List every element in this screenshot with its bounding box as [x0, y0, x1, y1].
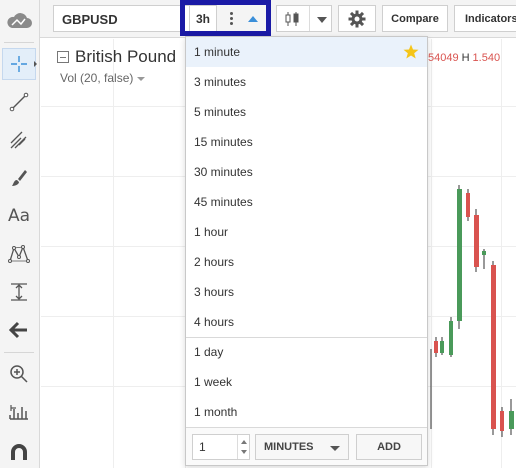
text-icon[interactable]: Aa [2, 200, 36, 232]
interval-option-label: 1 week [194, 375, 233, 389]
zoom-icon[interactable] [2, 358, 36, 390]
crosshair-icon[interactable] [2, 48, 37, 80]
brush-icon[interactable] [2, 162, 36, 194]
candle-down [500, 411, 504, 431]
compare-button[interactable]: Compare [382, 5, 448, 32]
interval-option-label: 1 day [194, 345, 224, 359]
chart-type-icon [285, 12, 299, 26]
interval-option[interactable]: 1 day [186, 337, 427, 367]
divider [309, 6, 310, 31]
custom-interval-value: 1 [199, 440, 206, 454]
interval-option[interactable]: 1 minute [186, 37, 427, 67]
interval-option-label: 1 minute [194, 45, 241, 59]
caret-down-icon [330, 446, 340, 451]
interval-option[interactable]: 3 minutes [186, 67, 427, 97]
spinner[interactable] [237, 435, 249, 459]
interval-dropdown: 1 minute 3 minutes 5 minutes 15 minutes … [185, 36, 428, 466]
settings-button[interactable] [338, 5, 376, 32]
candle-down [434, 341, 438, 353]
custom-interval-input[interactable]: 1 [192, 434, 250, 460]
indicators-button[interactable]: Indicators [454, 5, 516, 32]
interval-option-label: 1 hour [194, 225, 229, 239]
spinner-up-icon[interactable] [241, 440, 247, 444]
units-select[interactable]: MINUTES [255, 434, 349, 460]
candle-down [474, 215, 479, 267]
candle-up [457, 189, 462, 321]
interval-option[interactable]: 3 hours [186, 277, 427, 307]
trend-line-icon[interactable] [2, 86, 36, 118]
candle-down [466, 193, 470, 217]
spinner-down-icon[interactable] [241, 450, 247, 454]
custom-interval-row: 1 MINUTES ADD [186, 427, 427, 465]
pitchfork-icon[interactable] [2, 124, 36, 156]
interval-highlight [180, 0, 271, 36]
magnet-icon[interactable] [2, 436, 36, 468]
interval-option[interactable]: 1 hour [186, 217, 427, 247]
interval-option-label: 4 hours [194, 315, 235, 329]
units-select-label: MINUTES [264, 441, 314, 453]
toolbar-divider [4, 42, 34, 43]
cloud-logo-icon[interactable] [2, 5, 36, 37]
toolbar-divider [4, 352, 34, 353]
candle-up [509, 411, 514, 429]
interval-option-label: 5 minutes [194, 105, 247, 119]
pattern-icon[interactable] [2, 238, 36, 270]
symbol-text: GBPUSD [62, 12, 118, 27]
interval-option-label: 3 minutes [194, 75, 247, 89]
interval-option-label: 45 minutes [194, 195, 253, 209]
candle-up [440, 341, 444, 353]
chart-type-button[interactable] [276, 5, 332, 32]
interval-option[interactable]: 4 hours [186, 307, 427, 337]
top-toolbar: GBPUSD 1 3h Compare Indicators [40, 0, 516, 38]
expand-arrow-icon [34, 61, 37, 67]
interval-option-label: 30 minutes [194, 165, 253, 179]
interval-option-label: 1 month [194, 405, 238, 419]
interval-option[interactable]: 5 minutes [186, 97, 427, 127]
drawing-toolbar: Aa [0, 0, 40, 468]
candle-up [449, 321, 453, 355]
trading-app: Aa GBPUSD 1 3h [0, 0, 516, 468]
candle-down [491, 265, 496, 429]
back-arrow-icon[interactable] [2, 314, 36, 346]
interval-option[interactable]: 45 minutes [186, 187, 427, 217]
add-interval-button[interactable]: ADD [356, 434, 422, 460]
ruler-icon[interactable] [2, 396, 36, 428]
interval-option[interactable]: 30 minutes [186, 157, 427, 187]
interval-option-label: 2 hours [194, 255, 235, 269]
interval-option-label: 3 hours [194, 285, 235, 299]
interval-option[interactable]: 1 month [186, 397, 427, 427]
interval-option[interactable]: 2 hours [186, 247, 427, 277]
interval-option-label: 15 minutes [194, 135, 253, 149]
star-icon[interactable] [403, 44, 419, 59]
interval-option[interactable]: 1 week [186, 367, 427, 397]
measure-icon[interactable] [2, 276, 36, 308]
chevron-down-icon [317, 17, 327, 23]
interval-option[interactable]: 15 minutes [186, 127, 427, 157]
gear-icon [348, 10, 366, 27]
candle-up [482, 251, 486, 255]
